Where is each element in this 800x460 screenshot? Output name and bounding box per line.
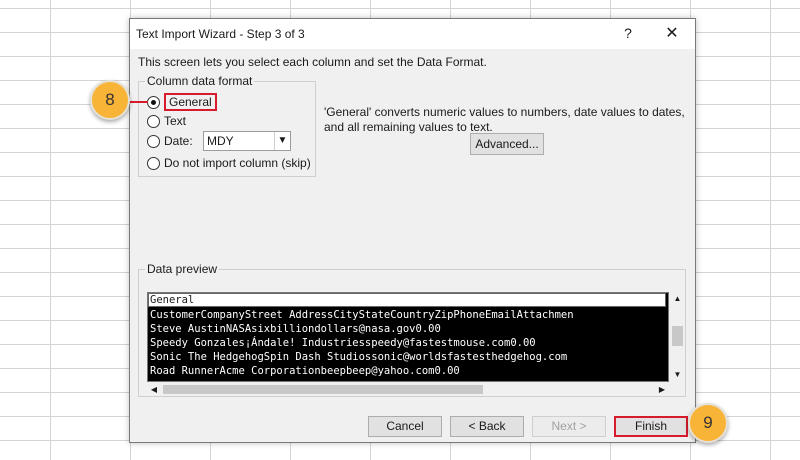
preview-row: Road RunnerAcme Corporationbeepbeep@yaho… [150,365,460,377]
cancel-button[interactable]: Cancel [368,416,442,437]
help-button[interactable]: ? [618,25,638,41]
preview-row: Speedy Gonzales¡Ándale! Industriesspeedy… [150,337,536,349]
radio-date-button[interactable] [147,134,160,148]
scroll-up-icon[interactable]: ▲ [670,292,685,306]
data-preview-group: Data preview General CustomerCompanyStre… [138,262,686,397]
horizontal-scroll-thumb[interactable] [163,385,483,394]
preview-row: CustomerCompanyStreet AddressCityStateCo… [150,309,574,321]
title-bar: Text Import Wizard - Step 3 of 3 ? ✕ [130,19,695,49]
scroll-right-icon[interactable]: ▶ [655,383,669,396]
step-8-callout: 8 [90,80,130,120]
intro-text: This screen lets you select each column … [138,55,487,69]
preview-horizontal-scrollbar[interactable]: ◀ ▶ [147,383,669,396]
step-9-callout: 9 [688,403,728,443]
preview-vertical-scrollbar[interactable]: ▲ ▼ [670,292,685,382]
next-button[interactable]: Next > [532,416,606,437]
close-button[interactable]: ✕ [660,23,684,43]
radio-skip-label: Do not import column (skip) [164,156,311,170]
radio-date[interactable]: Date: [147,133,193,149]
data-preview-box[interactable]: General CustomerCompanyStreet AddressCit… [147,292,669,382]
radio-text[interactable]: Text [147,113,186,129]
data-preview-legend: Data preview [145,262,220,276]
callout-8-connector [128,101,148,103]
radio-skip[interactable]: Do not import column (skip) [147,155,311,171]
vertical-scroll-thumb[interactable] [672,326,683,346]
scroll-down-icon[interactable]: ▼ [670,368,685,382]
date-format-value: MDY [207,134,234,148]
advanced-button[interactable]: Advanced... [470,133,544,155]
preview-column-header[interactable]: General [148,293,666,307]
scroll-left-icon[interactable]: ◀ [147,383,161,396]
chevron-down-icon[interactable]: ▼ [274,132,290,150]
dialog-title: Text Import Wizard - Step 3 of 3 [136,27,305,41]
radio-general[interactable]: General [147,93,217,111]
text-import-wizard-dialog: Text Import Wizard - Step 3 of 3 ? ✕ Thi… [129,18,696,443]
column-data-format-group: Column data format General Text Date: MD… [138,74,316,177]
finish-button[interactable]: Finish [614,416,688,437]
preview-row: Sonic The HedgehogSpin Dash Studiossonic… [150,351,568,363]
preview-row: Steve AustinNASAsixbilliondollars@nasa.g… [150,323,441,335]
date-format-select[interactable]: MDY ▼ [203,131,291,151]
back-button[interactable]: < Back [450,416,524,437]
radio-text-button[interactable] [147,114,160,128]
radio-general-button[interactable] [147,95,160,109]
column-data-format-legend: Column data format [145,74,255,88]
format-description: 'General' converts numeric values to num… [324,105,685,134]
radio-general-label: General [164,93,217,111]
radio-text-label: Text [164,114,187,128]
radio-skip-button[interactable] [147,156,160,170]
radio-date-label: Date: [164,134,193,148]
